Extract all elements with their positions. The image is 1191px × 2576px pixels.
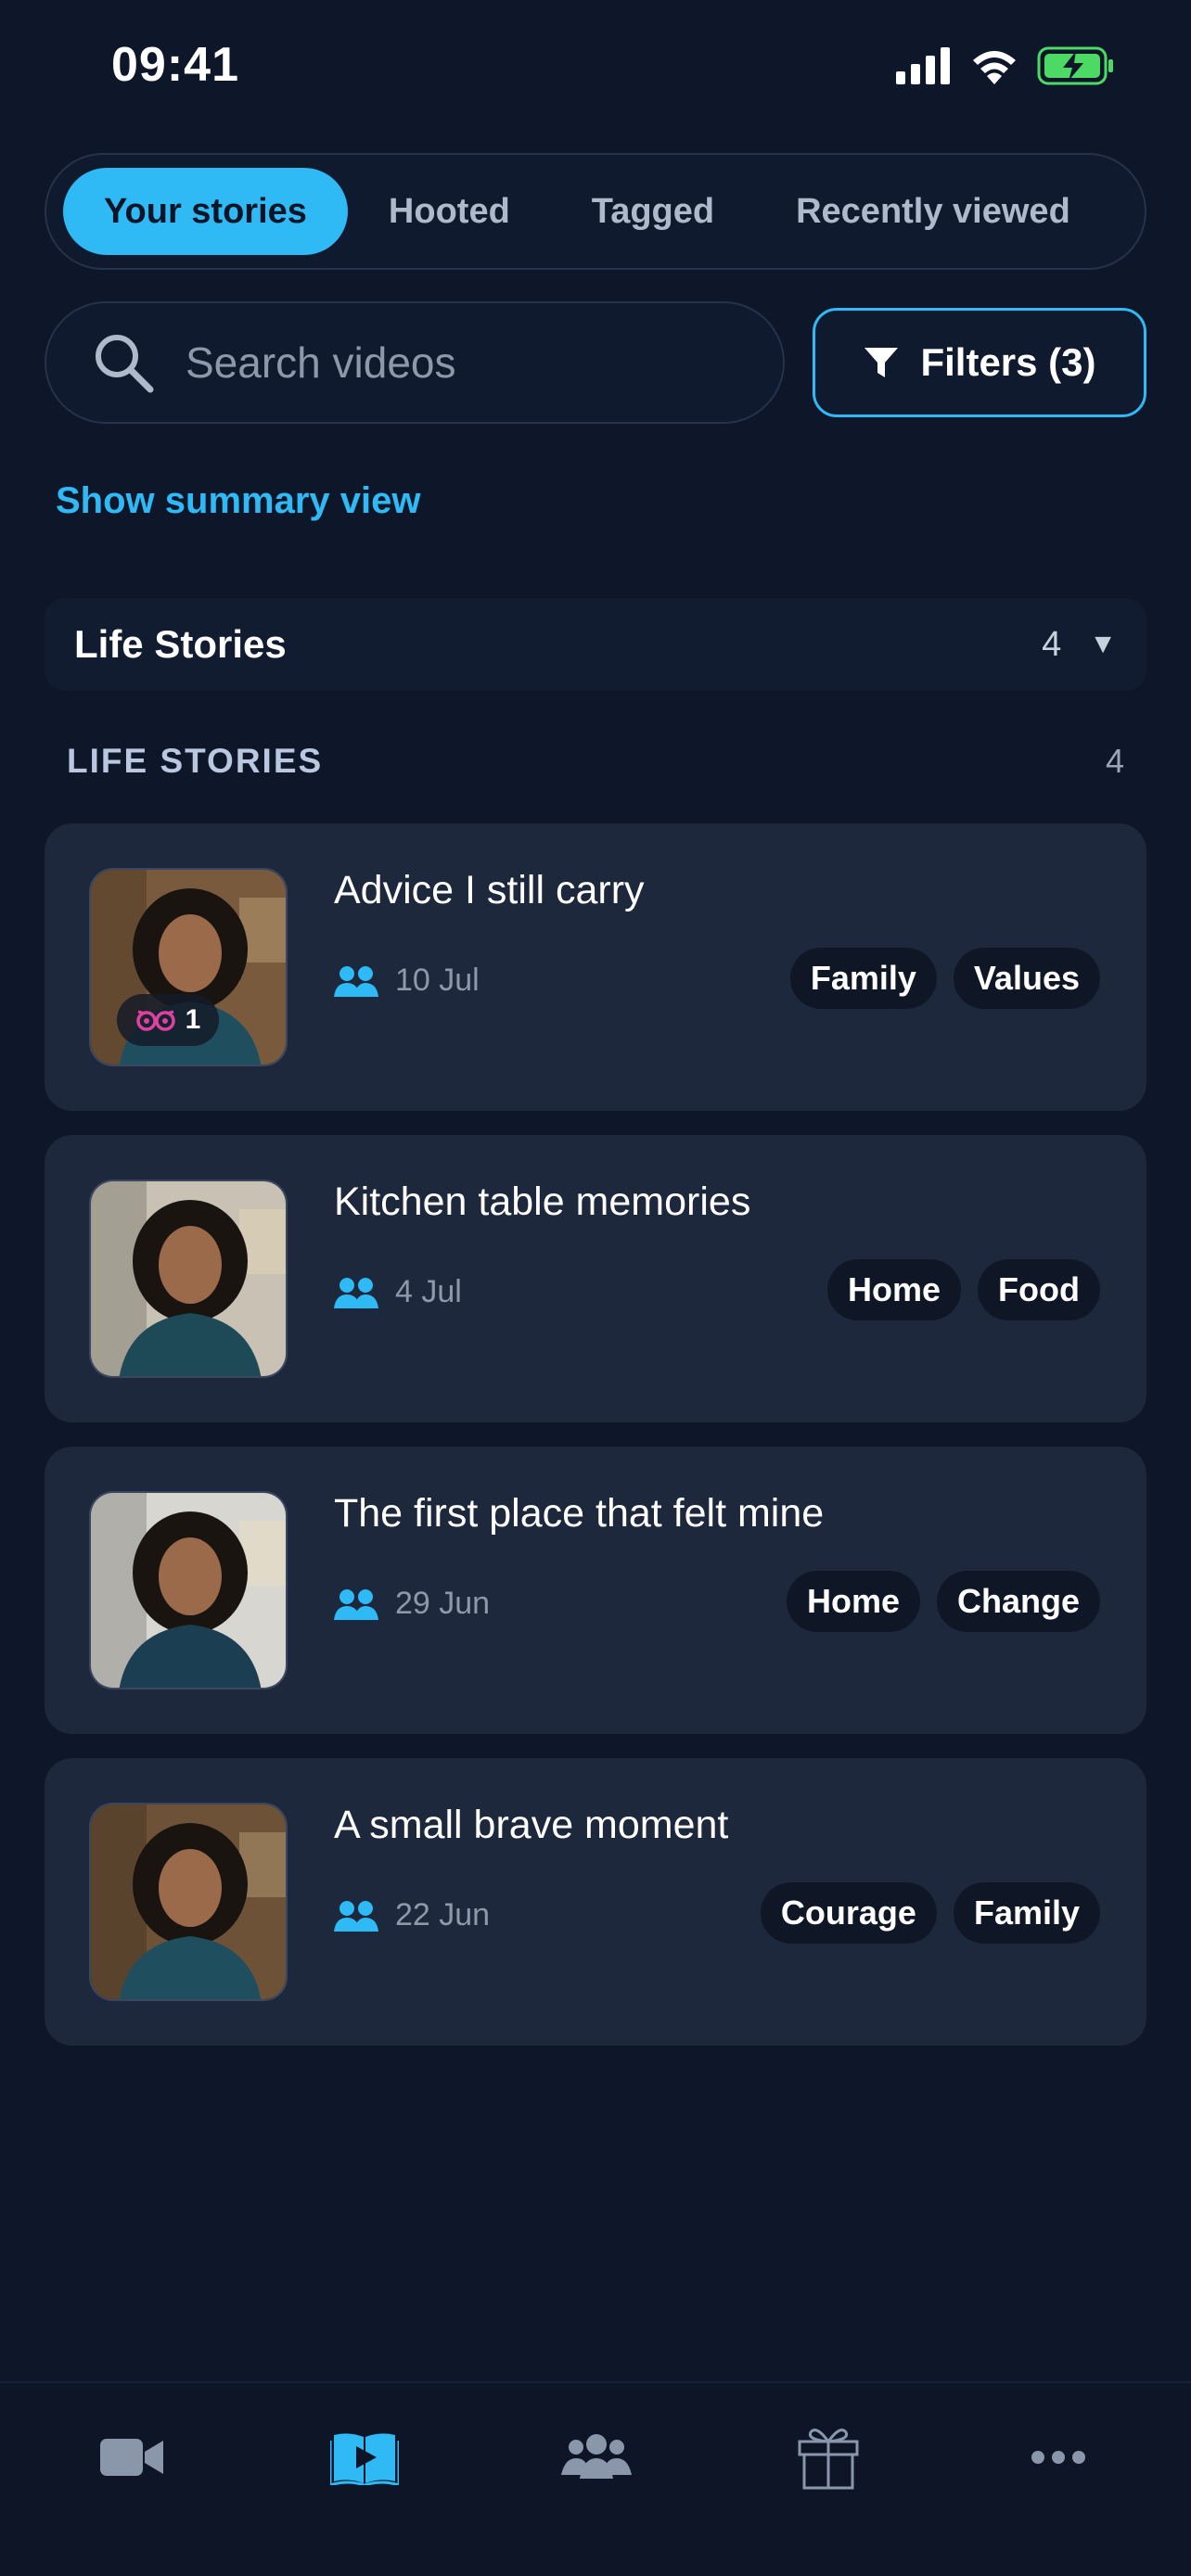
- chevron-down-icon: ▼: [1089, 629, 1117, 659]
- tab-recently-viewed[interactable]: Recently viewed: [755, 168, 1111, 255]
- hoot-badge: 1: [117, 994, 219, 1046]
- status-bar: 09:41: [0, 0, 1191, 139]
- tag-chip[interactable]: Values: [953, 948, 1100, 1009]
- hoot-count: 1: [185, 1004, 201, 1035]
- group-dropdown-count: 4: [1042, 624, 1062, 664]
- story-tags: Courage Family: [760, 1882, 1100, 1944]
- story-title[interactable]: Advice I still carry: [334, 868, 645, 913]
- tag-chip[interactable]: Home: [786, 1571, 920, 1632]
- stories-book-icon: [330, 2433, 399, 2485]
- search-icon: [96, 335, 154, 393]
- story-thumbnail[interactable]: [89, 1803, 288, 2001]
- story-title[interactable]: Kitchen table memories: [334, 1180, 750, 1225]
- wifi-icon: [973, 51, 1016, 84]
- tab-your-stories[interactable]: Your stories: [63, 168, 348, 255]
- filter-funnel-icon: [864, 348, 899, 377]
- owl-icon: [135, 1010, 175, 1031]
- tag-chip[interactable]: Family: [789, 948, 937, 1009]
- shared-people-icon: [334, 1900, 378, 1932]
- people-group-icon: [561, 2434, 632, 2479]
- nav-stories[interactable]: [309, 2402, 420, 2513]
- more-dots-icon: [1031, 2451, 1085, 2464]
- tag-chip[interactable]: Home: [827, 1259, 962, 1320]
- group-dropdown[interactable]: Life Stories 4 ▼: [45, 598, 1146, 691]
- battery-charging-icon: [1037, 46, 1113, 85]
- section-header: LIFE STORIES 4: [67, 742, 1124, 781]
- story-title[interactable]: A small brave moment: [334, 1803, 728, 1848]
- search-input[interactable]: [186, 338, 705, 388]
- nav-gift[interactable]: [773, 2402, 884, 2513]
- status-icons: [896, 46, 1115, 85]
- story-tabs: Your stories Hooted Tagged Recently view…: [45, 153, 1146, 270]
- nav-more[interactable]: [1003, 2402, 1114, 2513]
- story-meta: 10 Jul: [334, 963, 480, 999]
- story-meta: 22 Jun: [334, 1897, 490, 1933]
- tag-chip[interactable]: Food: [978, 1259, 1100, 1320]
- story-card[interactable]: The first place that felt mine 29 Jun Home…: [45, 1447, 1146, 1734]
- group-dropdown-title: Life Stories: [74, 622, 287, 666]
- tag-chip[interactable]: Change: [936, 1571, 1100, 1632]
- story-tags: Family Values: [789, 948, 1100, 1009]
- story-meta: 4 Jul: [334, 1274, 462, 1310]
- search-box: [45, 301, 785, 424]
- story-date: 29 Jun: [395, 1586, 491, 1621]
- status-time: 09:41: [111, 38, 239, 92]
- story-title[interactable]: The first place that felt mine: [334, 1491, 824, 1537]
- shared-people-icon: [334, 1277, 378, 1308]
- story-date: 4 Jul: [395, 1274, 462, 1309]
- tag-chip[interactable]: Courage: [760, 1882, 937, 1944]
- section-count: 4: [1105, 742, 1124, 780]
- story-date: 22 Jun: [395, 1897, 491, 1932]
- story-tags: Home Food: [827, 1259, 1100, 1320]
- story-card[interactable]: A small brave moment 22 Jun Courage Family: [45, 1758, 1146, 2046]
- gift-icon: [798, 2429, 859, 2490]
- nav-family[interactable]: [541, 2402, 652, 2513]
- bottom-nav: [0, 2381, 1191, 2576]
- filters-label: Filters (3): [920, 340, 1096, 384]
- shared-people-icon: [334, 1588, 378, 1620]
- portrait-image: [91, 1804, 286, 1999]
- story-thumbnail[interactable]: 1: [89, 868, 288, 1066]
- story-thumbnail[interactable]: [89, 1491, 288, 1690]
- tab-tagged[interactable]: Tagged: [551, 168, 755, 255]
- story-meta: 29 Jun: [334, 1586, 490, 1622]
- section-label: LIFE STORIES: [67, 742, 324, 780]
- show-summary-view-link[interactable]: Show summary view: [56, 480, 420, 522]
- nav-record[interactable]: [77, 2402, 188, 2513]
- shared-people-icon: [334, 965, 378, 997]
- story-date: 10 Jul: [395, 963, 480, 998]
- portrait-image: [91, 1181, 286, 1376]
- story-card[interactable]: Kitchen table memories 4 Jul Home Food: [45, 1135, 1146, 1422]
- filters-button[interactable]: Filters (3): [813, 308, 1146, 417]
- story-card[interactable]: 1 Advice I still carry 10 Jul Family Values: [45, 823, 1146, 1111]
- tab-hooted[interactable]: Hooted: [348, 168, 551, 255]
- tag-chip[interactable]: Family: [953, 1882, 1100, 1944]
- portrait-image: [91, 1493, 286, 1688]
- story-thumbnail[interactable]: [89, 1180, 288, 1378]
- video-camera-icon: [100, 2439, 163, 2476]
- story-tags: Home Change: [786, 1571, 1100, 1632]
- signal-icon: [896, 47, 950, 84]
